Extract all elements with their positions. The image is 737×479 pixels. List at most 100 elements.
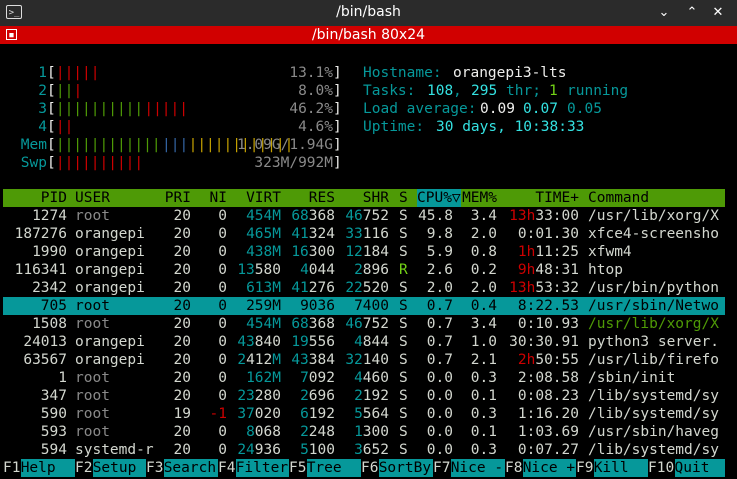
time-cell: 2:08.58 — [518, 369, 579, 387]
user-cell: root — [75, 208, 110, 224]
pid-cell: 1 — [58, 370, 67, 386]
state-cell: S — [399, 208, 408, 224]
time-rest: 0:01.30 — [517, 226, 579, 242]
column-header-cpu[interactable]: CPU%▽ — [417, 189, 461, 207]
process-row[interactable]: 24013 orangepi 20 0 43840 19556 4844 S 0.7 1.0 30:… — [3, 333, 725, 351]
time-rest: 2:08.58 — [517, 370, 579, 386]
column-header-pri[interactable]: PRI — [165, 189, 191, 207]
fkey-filter-button[interactable]: Filter — [235, 459, 289, 477]
res-cell: 6192 — [300, 406, 335, 422]
window-titlebar[interactable]: >_ /bin/bash ⌄ ⌃ ✕ — [0, 0, 737, 26]
fkey-f4[interactable]: F4 — [218, 459, 235, 477]
res-cell: 2248 — [300, 424, 335, 440]
time-rest: 0:08.23 — [517, 388, 579, 404]
chevron-up-icon[interactable]: ⌃ — [683, 4, 701, 22]
pid-cell: 63567 — [23, 352, 67, 368]
shr-cell: 46752 — [345, 208, 389, 224]
process-row[interactable]: 2342 orangepi 20 0 613M 41276 22520 S 2.0 2.0 13h5… — [3, 279, 725, 297]
command-cell: htop — [588, 262, 623, 278]
process-row[interactable]: 705 root 20 0 259M 9036 7400 S 0.7 0.4 8:22.53/usr… — [3, 297, 725, 315]
fkey-tree-button[interactable]: Tree — [306, 459, 361, 477]
fkey-f2[interactable]: F2 — [75, 459, 92, 477]
process-row[interactable]: 593 root 20 0 8068 2248 1300 S 0.0 0.1 1:03.69/usr… — [3, 423, 725, 441]
column-header-command[interactable]: Command — [588, 189, 649, 207]
fkey-f7[interactable]: F7 — [433, 459, 450, 477]
fkey-f8[interactable]: F8 — [505, 459, 522, 477]
command-cell: /usr/lib/xorg/X — [588, 208, 719, 224]
column-header-user[interactable]: USER — [75, 189, 110, 207]
column-header-virt[interactable]: VIRT — [246, 189, 281, 207]
time-hours: 13h — [509, 280, 536, 296]
cpu-cell: 0.7 — [426, 316, 453, 332]
priority-cell: 20 — [173, 298, 191, 314]
column-header-mem[interactable]: MEM% — [462, 189, 497, 207]
res-cell: 41276 — [291, 280, 335, 296]
process-row[interactable]: 590 root 19 -1 37020 6192 5564 S 0.0 0.3 1:16.20/l… — [3, 405, 725, 423]
virt-cell: 37020 — [237, 406, 281, 422]
nice-cell: 0 — [218, 298, 227, 314]
priority-cell: 20 — [173, 226, 191, 242]
htop-screen[interactable]: 1[||||| 13.1%] 2[|| | 8.0%] 3[|||||||||| |||||… — [3, 44, 737, 479]
process-row[interactable]: 187276 orangepi 20 0 465M 41324 33116 S 9.8 2.0 0:… — [3, 225, 725, 243]
swp-value: 323M/992M — [254, 155, 333, 171]
command-cell: /lib/systemd/sy — [588, 442, 719, 458]
shr-cell: 2896 — [354, 262, 389, 278]
fkey-quit-button[interactable]: Quit — [674, 459, 725, 477]
process-row[interactable]: 63567 orangepi 20 0 2412M 43384 32140 S 0.7 2.1 2h… — [3, 351, 725, 369]
column-header-state[interactable]: S — [399, 189, 408, 207]
time-rest: 1:03.69 — [517, 424, 579, 440]
fkey-f5[interactable]: F5 — [289, 459, 306, 477]
command-cell: /usr/lib/xorg/X — [588, 316, 719, 332]
shr-cell: 12184 — [345, 244, 389, 260]
command-cell: /usr/lib/firefo — [588, 352, 719, 368]
process-table-header[interactable]: PID USER PRI NI VIRT RES SHR S CPU%▽ MEM% TIME+ Com… — [3, 189, 725, 207]
cpu-cell: 0.7 — [426, 352, 453, 368]
shr-cell: 4460 — [354, 370, 389, 386]
mem-cell: 2.0 — [470, 280, 497, 296]
column-header-ni[interactable]: NI — [210, 189, 227, 207]
column-header-res[interactable]: RES — [309, 189, 335, 207]
process-row[interactable]: 347 root 20 0 23280 2696 2192 S 0.0 0.1 0:08.23/li… — [3, 387, 725, 405]
state-cell: S — [399, 406, 408, 422]
state-cell: S — [399, 316, 408, 332]
time-cell: 1:16.20 — [518, 405, 579, 423]
virt-cell: 454M — [246, 316, 281, 332]
fkey-help-button[interactable]: Help — [20, 459, 75, 477]
nice-cell: 0 — [218, 388, 227, 404]
process-row[interactable]: 1 root 20 0 162M 7092 4460 S 0.0 0.3 2:08.58/sbin/… — [3, 369, 725, 387]
user-cell: orangepi — [75, 334, 145, 350]
tab-bar[interactable]: ■ /bin/bash 80x24 — [0, 26, 737, 44]
fkey-nice-button[interactable]: Nice + — [522, 459, 576, 477]
process-row[interactable]: 1274 root 20 0 454M 68368 46752 S 45.8 3.4 13h33:0… — [3, 207, 725, 225]
close-icon[interactable]: ✕ — [709, 4, 727, 22]
fkey-f6[interactable]: F6 — [361, 459, 378, 477]
user-cell: root — [75, 406, 110, 422]
cpu-cell: 0.0 — [426, 388, 453, 404]
column-header-shr[interactable]: SHR — [363, 189, 389, 207]
fkey-sortby-button[interactable]: SortBy — [378, 459, 433, 477]
chevron-down-icon[interactable]: ⌄ — [655, 4, 673, 22]
column-header-pid[interactable]: PID — [41, 189, 67, 207]
process-row[interactable]: 594 systemd-r 20 0 24936 5100 3652 S 0.0 0.3 0:07.… — [3, 441, 725, 459]
fkey-kill-button[interactable]: Kill — [593, 459, 648, 477]
user-cell: root — [75, 424, 110, 440]
fkey-setup-button[interactable]: Setup — [92, 459, 146, 477]
window-title: /bin/bash — [336, 4, 401, 20]
fkey-f3[interactable]: F3 — [146, 459, 163, 477]
virt-cell: 438M — [246, 244, 281, 260]
fkey-nice-button[interactable]: Nice - — [450, 459, 505, 477]
swp-meter: Swp[|||||||||| 323M/992M] — [3, 154, 725, 172]
fkey-f1[interactable]: F1 — [3, 459, 20, 477]
process-row[interactable]: 1990 orangepi 20 0 438M 16300 12184 S 5.9 0.8 1h11… — [3, 243, 725, 261]
process-row[interactable]: 1508 root 20 0 454M 68368 46752 S 0.7 3.4 0:10.93 /… — [3, 315, 725, 333]
fkey-search-button[interactable]: Search — [163, 459, 218, 477]
time-cell: 2h50:55 — [518, 351, 579, 369]
fkey-f9[interactable]: F9 — [576, 459, 593, 477]
shr-cell: 1300 — [354, 424, 389, 440]
function-key-bar[interactable]: F1 Help F2 Setup F3 Search F4 Filter F5 Tree F6 Sor… — [3, 459, 737, 477]
virt-cell: 465M — [246, 226, 281, 242]
process-row[interactable]: 116341 orangepi 20 0 13580 4044 2896 R 2.6 0.2 9h4… — [3, 261, 725, 279]
shr-cell: 2192 — [354, 388, 389, 404]
column-header-time[interactable]: TIME+ — [535, 189, 579, 207]
fkey-f10[interactable]: F10 — [648, 459, 674, 477]
